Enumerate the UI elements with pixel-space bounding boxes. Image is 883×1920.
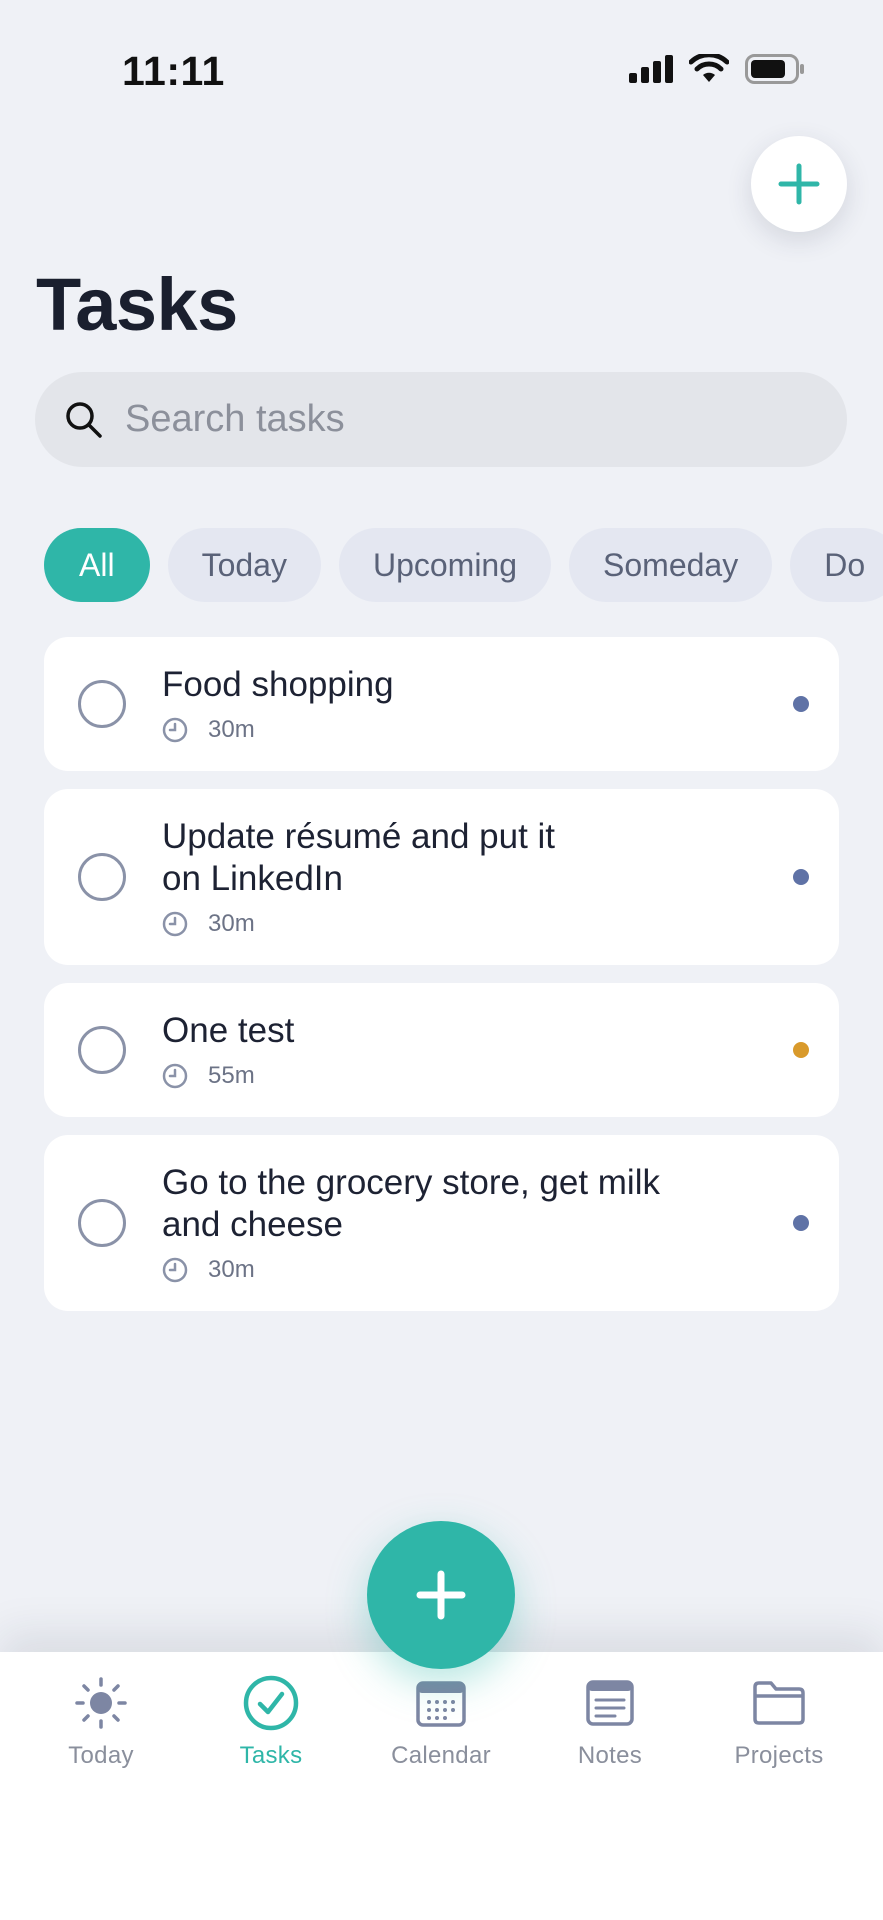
clock-icon [162,717,188,743]
task-duration: 55m [208,1062,255,1089]
task-item[interactable]: One test 55m [44,983,839,1117]
filter-chip-do[interactable]: Do [790,528,883,602]
wifi-icon [689,54,729,82]
clock-icon [162,1257,188,1283]
filter-chip-upcoming[interactable]: Upcoming [338,528,552,602]
tab-label: Calendar [391,1742,491,1769]
filter-chip-all[interactable]: All [44,528,150,602]
task-duration: 30m [208,1256,255,1283]
task-title: Food shopping [162,665,394,704]
tab-tasks[interactable]: Tasks [196,1674,346,1770]
tab-label: Tasks [239,1742,303,1769]
priority-dot [793,696,809,712]
filter-chip-today[interactable]: Today [167,528,321,602]
task-list: Food shopping 30m Update résumé and put … [44,637,839,1329]
task-title: One test [162,1011,295,1050]
priority-dot [793,1042,809,1058]
task-checkbox[interactable] [78,853,126,901]
page-title: Tasks [36,263,238,346]
notes-icon [586,1680,634,1726]
task-item[interactable]: Food shopping 30m [44,637,839,771]
priority-dot [793,869,809,885]
task-title: Go to the grocery store, get milk and ch… [162,1163,660,1244]
clock-icon [162,1063,188,1089]
task-checkbox[interactable] [78,1026,126,1074]
sun-icon [75,1677,127,1729]
status-bar: 11:11 [0,0,883,140]
task-duration: 30m [208,910,255,937]
tab-notes[interactable]: Notes [535,1674,685,1770]
tab-today[interactable]: Today [26,1674,176,1770]
plus-icon [778,163,820,205]
tab-bar: Today Tasks Calendar Notes Projects [0,1652,883,1920]
task-item[interactable]: Go to the grocery store, get milk and ch… [44,1135,839,1311]
check-circle-icon [243,1675,299,1731]
calendar-icon [416,1681,466,1727]
priority-dot [793,1215,809,1231]
floating-add-button[interactable] [367,1521,515,1669]
filter-chips: All Today Upcoming Someday Do [44,528,883,602]
status-time: 11:11 [122,48,225,94]
filter-chip-someday[interactable]: Someday [569,528,773,602]
folder-icon [753,1681,805,1725]
task-duration: 30m [208,716,255,743]
status-icons [629,54,805,84]
task-checkbox[interactable] [78,1199,126,1247]
battery-icon [745,54,804,84]
tab-label: Notes [577,1742,643,1769]
search-icon [66,401,102,438]
signal-icon [629,55,673,83]
plus-icon [416,1570,466,1620]
clock-icon [162,911,188,937]
tab-projects[interactable]: Projects [704,1674,854,1770]
task-checkbox[interactable] [78,680,126,728]
tab-label: Projects [734,1742,824,1769]
search-input[interactable] [123,397,807,442]
add-task-button[interactable] [751,136,847,232]
task-title: Update résumé and put it on LinkedIn [162,817,556,898]
task-item[interactable]: Update résumé and put it on LinkedIn 30m [44,789,839,965]
tab-calendar[interactable]: Calendar [366,1674,516,1770]
tab-label: Today [68,1742,134,1769]
search-bar[interactable] [35,372,847,467]
